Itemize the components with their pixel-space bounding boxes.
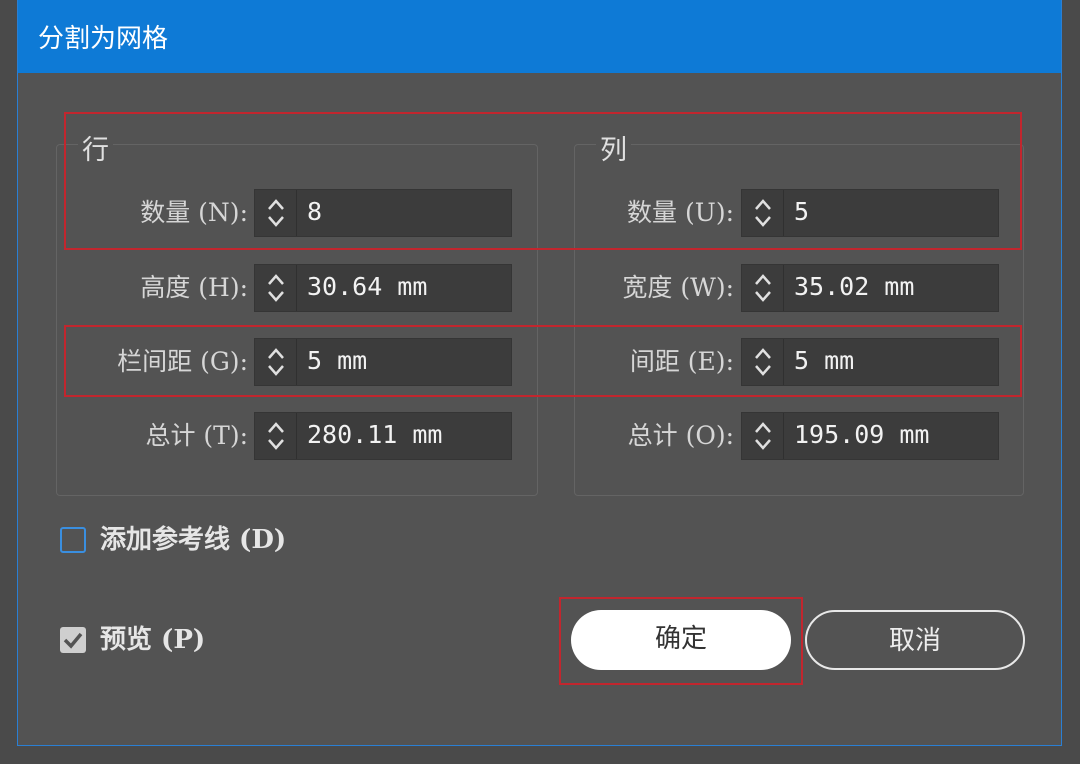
dialog-title: 分割为网格 <box>18 0 1061 73</box>
up-down-arrows-icon <box>755 274 771 302</box>
columns-width-stepper[interactable] <box>742 265 784 311</box>
add-guides-checkbox[interactable] <box>60 527 86 553</box>
split-into-grid-dialog: 分割为网格 行 列 数量 (N): 8 高度 (H): 30.64 mm 栏间距… <box>17 0 1062 746</box>
rows-total-value: 280.11 mm <box>307 420 443 449</box>
checkmark-icon <box>63 632 83 649</box>
rows-total-label: 总计 (T): <box>145 421 248 450</box>
columns-width-input[interactable]: 35.02 mm <box>741 264 999 312</box>
columns-total-input[interactable]: 195.09 mm <box>741 412 999 460</box>
columns-total-stepper[interactable] <box>742 413 784 459</box>
rows-height-stepper[interactable] <box>255 265 297 311</box>
highlight-gutter-row <box>64 325 1022 397</box>
up-down-arrows-icon <box>268 422 284 450</box>
preview-checkbox[interactable] <box>60 627 86 653</box>
up-down-arrows-icon <box>755 422 771 450</box>
rows-height-value: 30.64 mm <box>307 272 428 301</box>
rows-total-stepper[interactable] <box>255 413 297 459</box>
up-down-arrows-icon <box>268 274 284 302</box>
rows-height-input[interactable]: 30.64 mm <box>254 264 512 312</box>
rows-total-input[interactable]: 280.11 mm <box>254 412 512 460</box>
cancel-button[interactable]: 取消 <box>805 610 1025 670</box>
columns-total-label: 总计 (O): <box>627 421 734 450</box>
columns-total-value: 195.09 mm <box>794 420 930 449</box>
highlight-count-row <box>64 112 1022 250</box>
add-guides-label[interactable]: 添加参考线 (D) <box>100 522 286 558</box>
ok-button[interactable]: 确定 <box>571 610 791 670</box>
rows-height-label: 高度 (H): <box>140 273 248 302</box>
columns-width-label: 宽度 (W): <box>622 273 734 302</box>
columns-width-value: 35.02 mm <box>794 272 915 301</box>
preview-label[interactable]: 预览 (P) <box>100 622 205 658</box>
